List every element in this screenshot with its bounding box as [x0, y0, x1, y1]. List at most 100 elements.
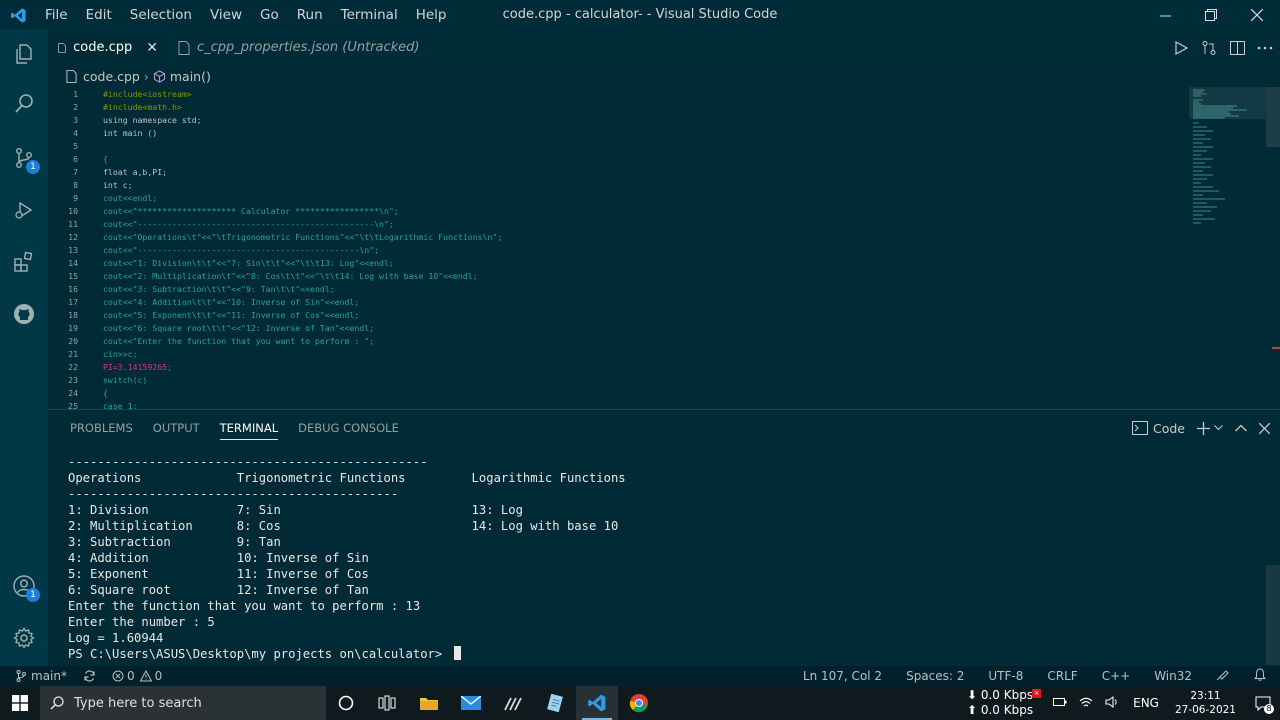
menu-edit[interactable]: Edit	[77, 0, 121, 30]
close-icon	[1259, 422, 1270, 434]
close-window-button[interactable]	[1234, 0, 1280, 30]
source-control-icon[interactable]: 1	[0, 134, 48, 182]
cursor-position[interactable]: Ln 107, Col 2	[803, 669, 882, 683]
minimap[interactable]	[1189, 87, 1266, 229]
network-speed: ⬇ 0.0 Kbps ⬆ 0.0 Kbps ×	[966, 688, 1042, 718]
title-bar: File Edit Selection View Go Run Terminal…	[0, 0, 1280, 30]
error-marker	[1272, 347, 1280, 349]
code-text: {	[103, 388, 108, 398]
vscode-logo-icon	[0, 0, 36, 30]
pen-app-icon[interactable]	[492, 686, 534, 720]
line-number: 19	[68, 323, 78, 333]
minimap-viewport[interactable]	[1189, 87, 1266, 119]
code-text: int c;	[103, 180, 133, 190]
tab-code-cpp[interactable]: code.cpp ✕	[48, 30, 168, 65]
tab-problems[interactable]: PROBLEMS	[60, 410, 143, 446]
line-number: 16	[68, 284, 78, 294]
line-number: 20	[68, 336, 78, 346]
clock[interactable]: 23:11 27-06-2021	[1175, 689, 1236, 717]
search-icon[interactable]	[0, 80, 48, 128]
tab-output[interactable]: OUTPUT	[143, 410, 210, 446]
bottom-panel: PROBLEMS OUTPUT TERMINAL DEBUG CONSOLE C…	[48, 409, 1280, 666]
sync-button[interactable]	[83, 670, 96, 682]
language-mode[interactable]: C++	[1102, 669, 1131, 683]
start-button[interactable]	[0, 686, 40, 720]
code-text: cout<<"---------------------------------…	[103, 245, 380, 255]
editor-scrollbar-thumb[interactable]	[1266, 87, 1280, 147]
terminal-selector[interactable]: Code	[1131, 421, 1185, 436]
line-number: 7	[73, 167, 78, 177]
restore-button[interactable]	[1188, 0, 1234, 30]
problems-status[interactable]: 0 0	[112, 669, 162, 683]
close-small-icon[interactable]: ×	[1032, 689, 1042, 698]
action-center-icon[interactable]: 8	[1246, 686, 1280, 720]
menu-go[interactable]: Go	[251, 0, 288, 30]
net-down-row: ⬇ 0.0 Kbps	[966, 688, 1034, 702]
end-of-line[interactable]: CRLF	[1047, 669, 1077, 683]
menu-file[interactable]: File	[36, 0, 77, 30]
taskbar-search[interactable]: Type here to search	[40, 686, 326, 720]
code-text: cout<<endl;	[103, 193, 158, 203]
code-text: {	[103, 154, 108, 164]
terminal-line: 6: Square root 12: Inverse of Tan	[68, 583, 369, 597]
new-terminal-button[interactable]	[1197, 421, 1223, 435]
settings-gear-icon[interactable]	[0, 614, 48, 662]
breadcrumb-symbol[interactable]: main()	[170, 69, 211, 84]
task-view-icon[interactable]	[366, 686, 408, 720]
code-text: float a,b,PI;	[103, 167, 168, 177]
explorer-icon[interactable]	[0, 30, 48, 78]
notifications-bell-icon[interactable]	[1253, 668, 1267, 684]
tab-debug-console[interactable]: DEBUG CONSOLE	[288, 410, 409, 446]
code-text: int main ()	[103, 128, 158, 138]
run-debug-icon[interactable]	[0, 186, 48, 234]
tab-close-icon[interactable]: ✕	[146, 40, 158, 56]
split-editor-icon[interactable]	[1224, 30, 1250, 65]
close-panel-button[interactable]	[1259, 422, 1270, 434]
volume-icon[interactable]	[1105, 695, 1119, 711]
terminal-scrollbar[interactable]	[1266, 565, 1280, 665]
terminal-line: 1: Division 7: Sin 13: Log	[68, 503, 523, 517]
line-number: 24	[68, 388, 78, 398]
battery-icon[interactable]	[1053, 696, 1067, 710]
notepad-icon[interactable]	[534, 686, 576, 720]
breadcrumb-file[interactable]: code.cpp	[83, 69, 140, 84]
clock-date: 27-06-2021	[1174, 704, 1236, 716]
tab-terminal[interactable]: TERMINAL	[210, 410, 288, 446]
github-icon[interactable]	[0, 290, 48, 338]
tab-c-cpp-properties[interactable]: c_cpp_properties.json (Untracked)	[168, 30, 430, 65]
open-changes-icon[interactable]	[1196, 30, 1222, 65]
line-number: 9	[73, 193, 78, 203]
platform-config[interactable]: Win32	[1154, 669, 1192, 683]
wifi-icon[interactable]	[1079, 696, 1093, 711]
terminal-output[interactable]: ----------------------------------------…	[68, 454, 1258, 666]
code-editor[interactable]: 1 #include<iostream> 2 #include<math.h> 3 usi…	[48, 87, 1280, 409]
extensions-icon[interactable]	[0, 238, 48, 286]
menu-run[interactable]: Run	[288, 0, 332, 30]
vscode-taskbar-icon[interactable]	[576, 686, 618, 720]
run-code-icon[interactable]	[1168, 30, 1194, 65]
file-explorer-icon[interactable]	[408, 686, 450, 720]
menu-selection[interactable]: Selection	[121, 0, 201, 30]
accounts-icon[interactable]: 1	[0, 562, 48, 610]
menu-terminal[interactable]: Terminal	[332, 0, 407, 30]
menu-view[interactable]: View	[201, 0, 251, 30]
file-icon	[178, 40, 190, 55]
cortana-icon[interactable]	[326, 686, 366, 720]
menu-help[interactable]: Help	[407, 0, 456, 30]
net-up: 0.0 Kbps	[980, 703, 1034, 717]
encoding[interactable]: UTF-8	[988, 669, 1023, 683]
editor-scrollbar[interactable]	[1266, 87, 1280, 409]
chrome-icon[interactable]	[618, 686, 660, 720]
indentation[interactable]: Spaces: 2	[906, 669, 964, 683]
search-icon	[50, 696, 64, 710]
notification-count: 8	[1264, 704, 1274, 714]
minimize-button[interactable]	[1142, 0, 1188, 30]
accounts-badge: 1	[26, 588, 40, 602]
terminal-line: Enter the number : 5	[68, 615, 215, 629]
mail-icon[interactable]	[450, 686, 492, 720]
feedback-icon[interactable]	[1216, 669, 1230, 684]
input-language[interactable]: ENG	[1133, 696, 1159, 710]
more-actions-icon[interactable]	[1252, 30, 1278, 65]
branch-status[interactable]: main*	[16, 669, 67, 683]
maximize-panel-button[interactable]	[1235, 424, 1247, 432]
